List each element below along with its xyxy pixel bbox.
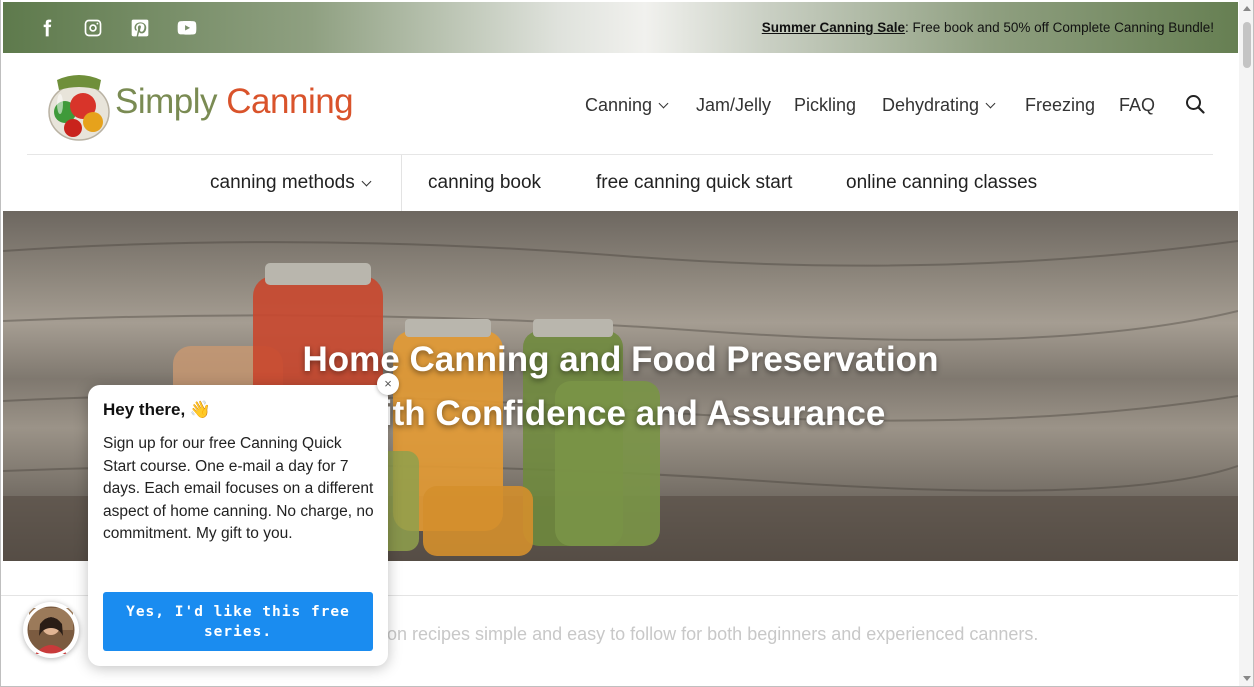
signup-button[interactable]: Yes, I'd like this free series. bbox=[103, 592, 373, 651]
nav-label: Freezing bbox=[1025, 94, 1096, 115]
signup-popup: Hey there, 👋 Sign up for our free Cannin… bbox=[88, 385, 388, 666]
subnav-label: online canning classes bbox=[846, 172, 1038, 193]
signup-button-label: Yes, I'd like this free series. bbox=[126, 603, 350, 640]
nav-item-pickling[interactable]: Pickling bbox=[794, 95, 882, 116]
logo-jar-icon bbox=[48, 75, 110, 141]
scrollbar[interactable] bbox=[1239, 0, 1253, 686]
search-icon[interactable] bbox=[1185, 94, 1205, 114]
logo-canning: Canning bbox=[226, 82, 354, 121]
logo-simply: Simply bbox=[115, 82, 218, 121]
nav-label: FAQ bbox=[1119, 94, 1156, 115]
nav-label: Canning bbox=[585, 94, 653, 115]
main-nav: Canning Jam/Jelly Pickling Dehydrating F… bbox=[585, 88, 1159, 122]
chevron-down-icon bbox=[361, 176, 372, 186]
logo-wordmark: Simply Canning bbox=[115, 82, 354, 122]
chevron-down-icon bbox=[985, 98, 996, 108]
instagram-icon[interactable] bbox=[79, 2, 107, 53]
hero-title-line-1: Home Canning and Food Preservation bbox=[302, 340, 939, 379]
facebook-icon[interactable] bbox=[33, 2, 61, 53]
nav-item-dehydrating[interactable]: Dehydrating bbox=[882, 95, 1025, 116]
pinterest-icon[interactable] bbox=[126, 2, 154, 53]
nav-item-faq[interactable]: FAQ bbox=[1119, 95, 1159, 116]
close-icon[interactable]: × bbox=[377, 373, 399, 395]
subnav-item-canning-methods[interactable]: canning methods bbox=[210, 172, 428, 194]
scroll-up-arrow-icon[interactable] bbox=[1243, 6, 1251, 11]
subnav-item-online-classes[interactable]: online canning classes bbox=[846, 172, 1037, 194]
site-logo[interactable]: Simply Canning bbox=[45, 70, 375, 144]
youtube-icon[interactable] bbox=[173, 2, 201, 53]
chevron-down-icon bbox=[658, 98, 669, 108]
nav-label: Dehydrating bbox=[882, 94, 980, 115]
nav-item-canning[interactable]: Canning bbox=[585, 95, 696, 116]
subnav-item-canning-book[interactable]: canning book bbox=[428, 172, 596, 194]
promo-banner: Summer Canning Sale: Free book and 50% o… bbox=[762, 2, 1214, 53]
subnav-label: canning book bbox=[428, 172, 542, 193]
scrollbar-thumb[interactable] bbox=[1243, 22, 1251, 68]
nav-item-freezing[interactable]: Freezing bbox=[1025, 95, 1119, 116]
subnav-item-quick-start[interactable]: free canning quick start bbox=[596, 172, 846, 194]
popup-message: Sign up for our free Canning Quick Start… bbox=[103, 435, 374, 543]
avatar[interactable] bbox=[23, 602, 79, 658]
promo-sale-link[interactable]: Summer Canning Sale bbox=[762, 20, 905, 35]
scroll-down-arrow-icon[interactable] bbox=[1243, 676, 1251, 681]
page: Summer Canning Sale: Free book and 50% o… bbox=[0, 0, 1254, 687]
top-bar: Summer Canning Sale: Free book and 50% o… bbox=[3, 2, 1238, 53]
nav-label: Pickling bbox=[794, 94, 857, 115]
nav-item-jam-jelly[interactable]: Jam/Jelly bbox=[696, 95, 794, 116]
site-tagline: on recipes simple and easy to follow for… bbox=[387, 624, 1039, 644]
popup-title: Hey there, 👋 bbox=[103, 400, 212, 419]
secondary-nav: canning methods canning book free cannin… bbox=[210, 155, 1037, 211]
nav-label: Jam/Jelly bbox=[696, 94, 772, 115]
promo-text: : Free book and 50% off Complete Canning… bbox=[905, 20, 1214, 35]
subnav-label: canning methods bbox=[210, 172, 355, 193]
avatar-photo bbox=[24, 603, 78, 657]
subnav-label: free canning quick start bbox=[596, 172, 793, 193]
